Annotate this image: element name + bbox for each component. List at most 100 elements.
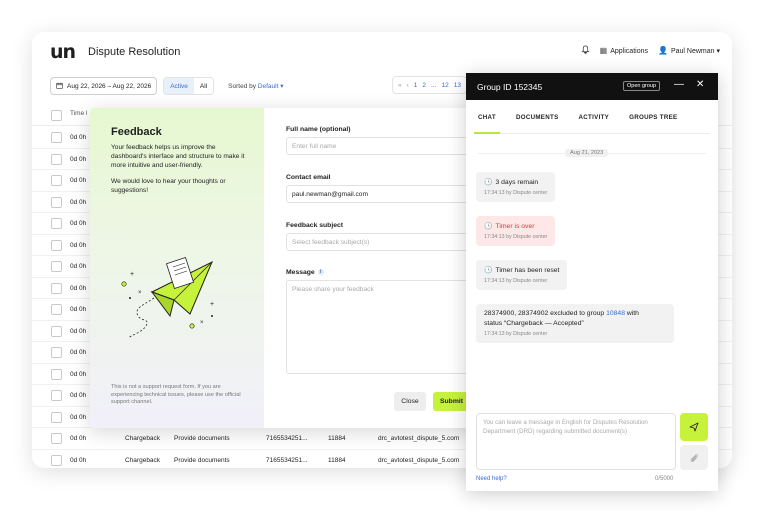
cell-action: Provide documents: [174, 435, 230, 442]
page-ellipsis: ...: [431, 81, 437, 89]
cell-time: 0d 0h: [70, 177, 87, 184]
sort-value: Default: [257, 83, 279, 90]
feedback-title: Feedback: [111, 126, 162, 138]
message-meta: 17:34:13 by Dispute center: [484, 331, 548, 337]
cell-file: drc_avtotest_dispute_5.com: [378, 456, 460, 464]
group-link[interactable]: 10848: [606, 310, 625, 317]
row-checkbox[interactable]: [51, 368, 62, 380]
tab-activity[interactable]: ACTIVITY: [575, 110, 614, 134]
chat-message-exclusion: 28374900, 28374902 excluded to group 108…: [476, 304, 674, 343]
feedback-desc-2: We would love to hear your thoughts or s…: [111, 177, 226, 194]
info-icon[interactable]: i: [317, 269, 324, 276]
clock-icon: 🕓: [484, 267, 493, 274]
row-checkbox[interactable]: [51, 411, 62, 423]
minimize-icon[interactable]: —: [674, 79, 684, 90]
tab-chat[interactable]: CHAT: [474, 110, 500, 134]
sort-label: Sorted by: [228, 83, 256, 90]
cell-time: 0d 0h: [70, 241, 87, 249]
row-checkbox[interactable]: [51, 325, 62, 337]
cell-time: 0d 0h: [70, 413, 87, 421]
exclusion-text-end: with: [624, 310, 639, 317]
first-page-icon[interactable]: «: [398, 82, 402, 89]
cell-time: 0d 0h: [70, 327, 87, 335]
chevron-down-icon: ▾: [280, 83, 284, 90]
column-header-time[interactable]: Time l: [70, 110, 87, 117]
row-checkbox[interactable]: [51, 218, 62, 229]
row-checkbox[interactable]: [51, 132, 62, 143]
message-meta: 17:34:13 by Dispute center: [484, 278, 548, 284]
cell-time: 0d 0h: [70, 349, 87, 356]
tab-documents[interactable]: DOCUMENTS: [512, 110, 563, 134]
app-logo[interactable]: un: [50, 43, 76, 62]
page-2[interactable]: 2: [422, 82, 426, 89]
row-checkbox[interactable]: [51, 433, 62, 444]
chat-message-input[interactable]: You can leave a message in English for D…: [476, 413, 676, 470]
svg-text:×: ×: [200, 320, 204, 326]
user-icon: 👤: [657, 46, 668, 55]
grid-icon: ▦: [599, 46, 608, 55]
row-checkbox[interactable]: [51, 282, 62, 294]
cell-time: 0d 0h: [70, 306, 87, 313]
feedback-description: Your feedback helps us improve the dashb…: [111, 143, 246, 195]
row-checkbox[interactable]: [51, 175, 62, 186]
page-title: Dispute Resolution: [88, 46, 181, 58]
message-label: Message: [286, 269, 315, 276]
top-right-actions: ▦ Applications 👤 Paul Newman ▾: [581, 45, 720, 56]
close-button[interactable]: Close: [394, 392, 426, 411]
tab-groups-tree[interactable]: GROUPS TREE: [625, 110, 681, 134]
message-textarea[interactable]: Please share your feedback: [286, 280, 476, 374]
select-all-checkbox[interactable]: [51, 110, 62, 121]
clock-icon: 🕓: [484, 179, 493, 186]
top-bar: un Dispute Resolution ▦ Applications 👤 Pau…: [32, 32, 732, 72]
cell-time: 0d 0h: [70, 220, 87, 227]
user-menu[interactable]: 👤 Paul Newman ▾: [658, 46, 720, 55]
send-button[interactable]: [680, 413, 708, 441]
open-group-button[interactable]: Open group: [623, 81, 661, 91]
chat-tabs: CHAT DOCUMENTS ACTIVITY GROUPS TREE: [474, 110, 710, 134]
exclusion-status: status “Chargeback — Accepted”: [484, 320, 584, 327]
character-counter: 0/5000: [655, 476, 674, 482]
paperclip-icon: [690, 453, 698, 462]
message-label-row: Message i: [286, 269, 324, 276]
contact-email-input[interactable]: paul.newman@gmail.com: [286, 185, 476, 203]
svg-text:+: +: [210, 301, 214, 308]
message-meta: 17:34:13 by Dispute center: [484, 190, 548, 196]
status-active-option[interactable]: Active: [164, 78, 194, 94]
exclusion-text: 28374900, 28374902 excluded to group 108…: [484, 310, 666, 317]
cell-time: 0d 0h: [70, 370, 87, 378]
sort-control[interactable]: Sorted by Default ▾: [228, 82, 283, 90]
cell-type: Chargeback: [125, 456, 161, 464]
row-checkbox[interactable]: [51, 261, 62, 272]
row-checkbox[interactable]: [51, 304, 62, 315]
row-checkbox[interactable]: [51, 347, 62, 358]
prev-page-icon[interactable]: ‹: [407, 82, 409, 89]
bell-icon[interactable]: [581, 45, 590, 56]
chat-message: 🕓 3 days remain 17:34:13 by Dispute cente…: [476, 172, 556, 202]
need-help-link[interactable]: Need help?: [476, 476, 507, 482]
cell-type: Chargeback: [125, 435, 161, 442]
full-name-input[interactable]: Enter full name: [286, 137, 476, 155]
row-checkbox[interactable]: [51, 239, 62, 251]
cell-id: 7165534251...: [266, 435, 308, 442]
row-checkbox[interactable]: [51, 390, 62, 401]
feedback-subject-label: Feedback subject: [286, 222, 344, 229]
page-13[interactable]: 13: [454, 82, 461, 89]
chevron-down-icon: ▾: [716, 48, 720, 55]
feedback-subject-select[interactable]: Select feedback subject(s): [286, 233, 476, 251]
page-1[interactable]: 1: [414, 82, 418, 89]
cell-time: 0d 0h: [70, 155, 87, 163]
close-icon[interactable]: ✕: [696, 79, 704, 90]
page-12[interactable]: 12: [441, 82, 448, 89]
attach-button[interactable]: [680, 445, 708, 470]
row-checkbox[interactable]: [51, 454, 62, 466]
cell-file: drc_avtotest_dispute_5.com: [378, 435, 460, 442]
applications-button[interactable]: ▦ Applications: [600, 46, 648, 55]
cell-time: 0d 0h: [70, 392, 87, 399]
pagination: « ‹ 1 2 ... 12 13: [392, 76, 467, 94]
status-toggle: Active All: [163, 77, 215, 95]
row-checkbox[interactable]: [51, 153, 62, 165]
date-range-picker[interactable]: Aug 22, 2026 – Aug 22, 2026: [50, 77, 158, 95]
status-all-option[interactable]: All: [194, 78, 213, 94]
message-text: Timer has been reset: [495, 267, 560, 274]
row-checkbox[interactable]: [51, 196, 62, 208]
